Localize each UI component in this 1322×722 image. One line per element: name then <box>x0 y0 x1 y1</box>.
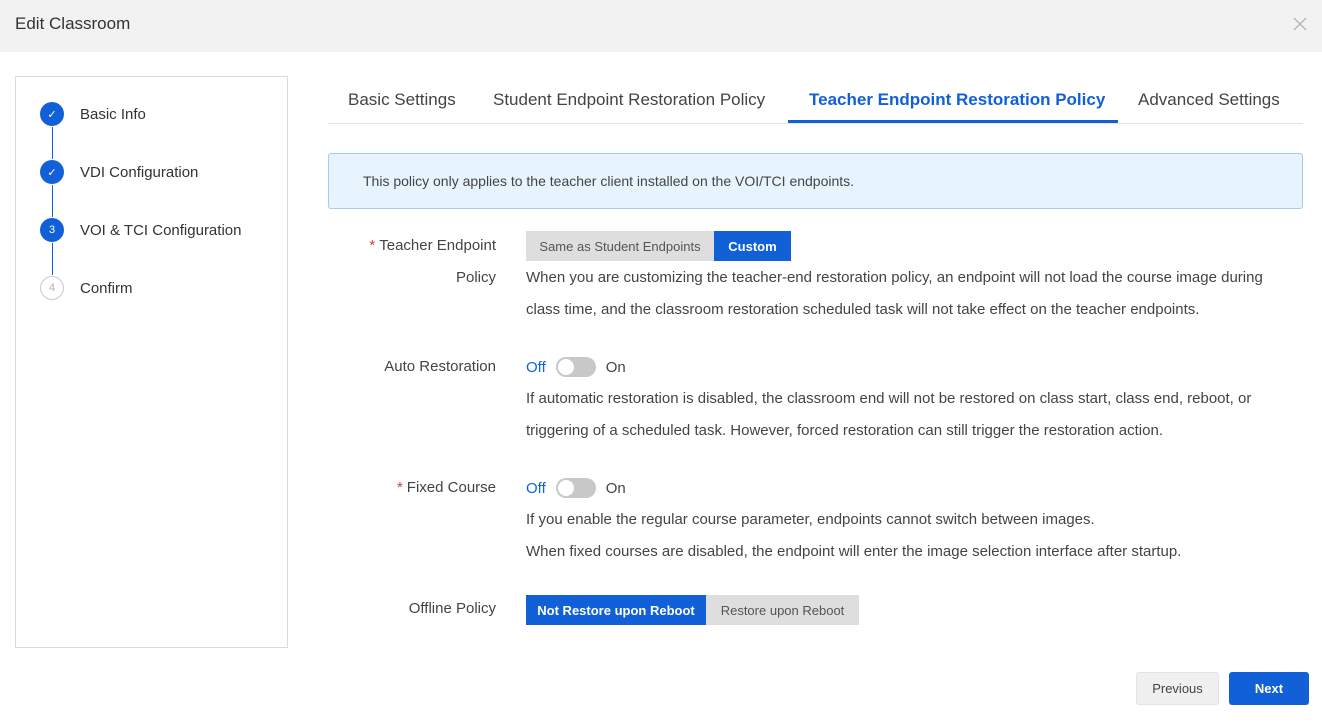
step-voi-tci-configuration[interactable]: 3 VOI & TCI Configuration <box>40 217 241 243</box>
step-label: VDI Configuration <box>80 163 199 181</box>
offline-policy-segmented: Not Restore upon Reboot Restore upon Reb… <box>526 595 859 625</box>
steps-panel: ✓ Basic Info ✓ VDI Configuration 3 VOI &… <box>15 76 288 648</box>
same-as-student-button[interactable]: Same as Student Endpoints <box>526 231 714 261</box>
fixed-course-description: When fixed courses are disabled, the end… <box>526 543 1182 560</box>
restore-upon-reboot-button[interactable]: Restore upon Reboot <box>706 595 859 625</box>
auto-restoration-description: triggering of a scheduled task. However,… <box>526 422 1163 439</box>
tab-advanced-settings[interactable]: Advanced Settings <box>1138 90 1280 110</box>
teacher-policy-description: When you are customizing the teacher-end… <box>526 269 1263 286</box>
step-vdi-configuration[interactable]: ✓ VDI Configuration <box>40 159 198 185</box>
active-tab-indicator <box>788 120 1118 123</box>
previous-button[interactable]: Previous <box>1136 672 1219 705</box>
tab-student-endpoint-restoration-policy[interactable]: Student Endpoint Restoration Policy <box>493 90 765 110</box>
teacher-policy-description: class time, and the classroom restoratio… <box>526 301 1200 318</box>
step-label: Basic Info <box>80 105 146 123</box>
custom-button[interactable]: Custom <box>714 231 791 261</box>
check-icon: ✓ <box>40 160 64 184</box>
fixed-course-switch-row: Off On <box>526 478 626 498</box>
switch-off-label: Off <box>526 358 546 376</box>
switch-off-label: Off <box>526 479 546 497</box>
dialog-title: Edit Classroom <box>15 14 131 33</box>
dialog-header: Edit Classroom <box>0 0 1322 52</box>
fixed-course-label: * Fixed Course <box>396 479 496 496</box>
step-number: 3 <box>40 218 64 242</box>
offline-policy-label: Offline Policy <box>408 600 496 617</box>
close-button[interactable] <box>1290 14 1310 34</box>
required-mark: * <box>369 237 376 254</box>
step-connector <box>52 127 53 159</box>
tab-teacher-endpoint-restoration-policy[interactable]: Teacher Endpoint Restoration Policy <box>809 90 1105 110</box>
step-connector <box>52 185 53 217</box>
step-number: 4 <box>40 276 64 300</box>
step-label: Confirm <box>80 279 133 297</box>
required-mark: * <box>396 479 403 496</box>
step-connector <box>52 243 53 275</box>
teacher-policy-segmented: Same as Student Endpoints Custom <box>526 231 791 261</box>
auto-restoration-toggle[interactable] <box>555 357 596 377</box>
auto-restoration-label: Auto Restoration <box>384 358 496 375</box>
step-confirm[interactable]: 4 Confirm <box>40 275 133 301</box>
close-icon <box>1293 17 1307 31</box>
auto-restoration-switch-row: Off On <box>526 357 626 377</box>
fixed-course-description: If you enable the regular course paramet… <box>526 511 1095 528</box>
tab-bar: Basic Settings Student Endpoint Restorat… <box>328 78 1303 124</box>
switch-on-label: On <box>605 479 626 497</box>
fixed-course-toggle[interactable] <box>555 478 596 498</box>
notice-text: This policy only applies to the teacher … <box>363 173 855 189</box>
not-restore-upon-reboot-button[interactable]: Not Restore upon Reboot <box>526 595 706 625</box>
toggle-knob <box>557 359 574 375</box>
teacher-endpoint-policy-label-cont: Policy <box>455 269 496 286</box>
tab-basic-settings[interactable]: Basic Settings <box>348 90 456 110</box>
teacher-endpoint-policy-label: * Teacher Endpoint <box>369 237 496 254</box>
step-basic-info[interactable]: ✓ Basic Info <box>40 101 146 127</box>
step-label: VOI & TCI Configuration <box>80 221 242 239</box>
next-button[interactable]: Next <box>1229 672 1309 705</box>
toggle-knob <box>557 480 574 496</box>
switch-on-label: On <box>605 358 626 376</box>
info-notice: This policy only applies to the teacher … <box>328 153 1303 209</box>
check-icon: ✓ <box>40 102 64 126</box>
auto-restoration-description: If automatic restoration is disabled, th… <box>526 390 1252 407</box>
